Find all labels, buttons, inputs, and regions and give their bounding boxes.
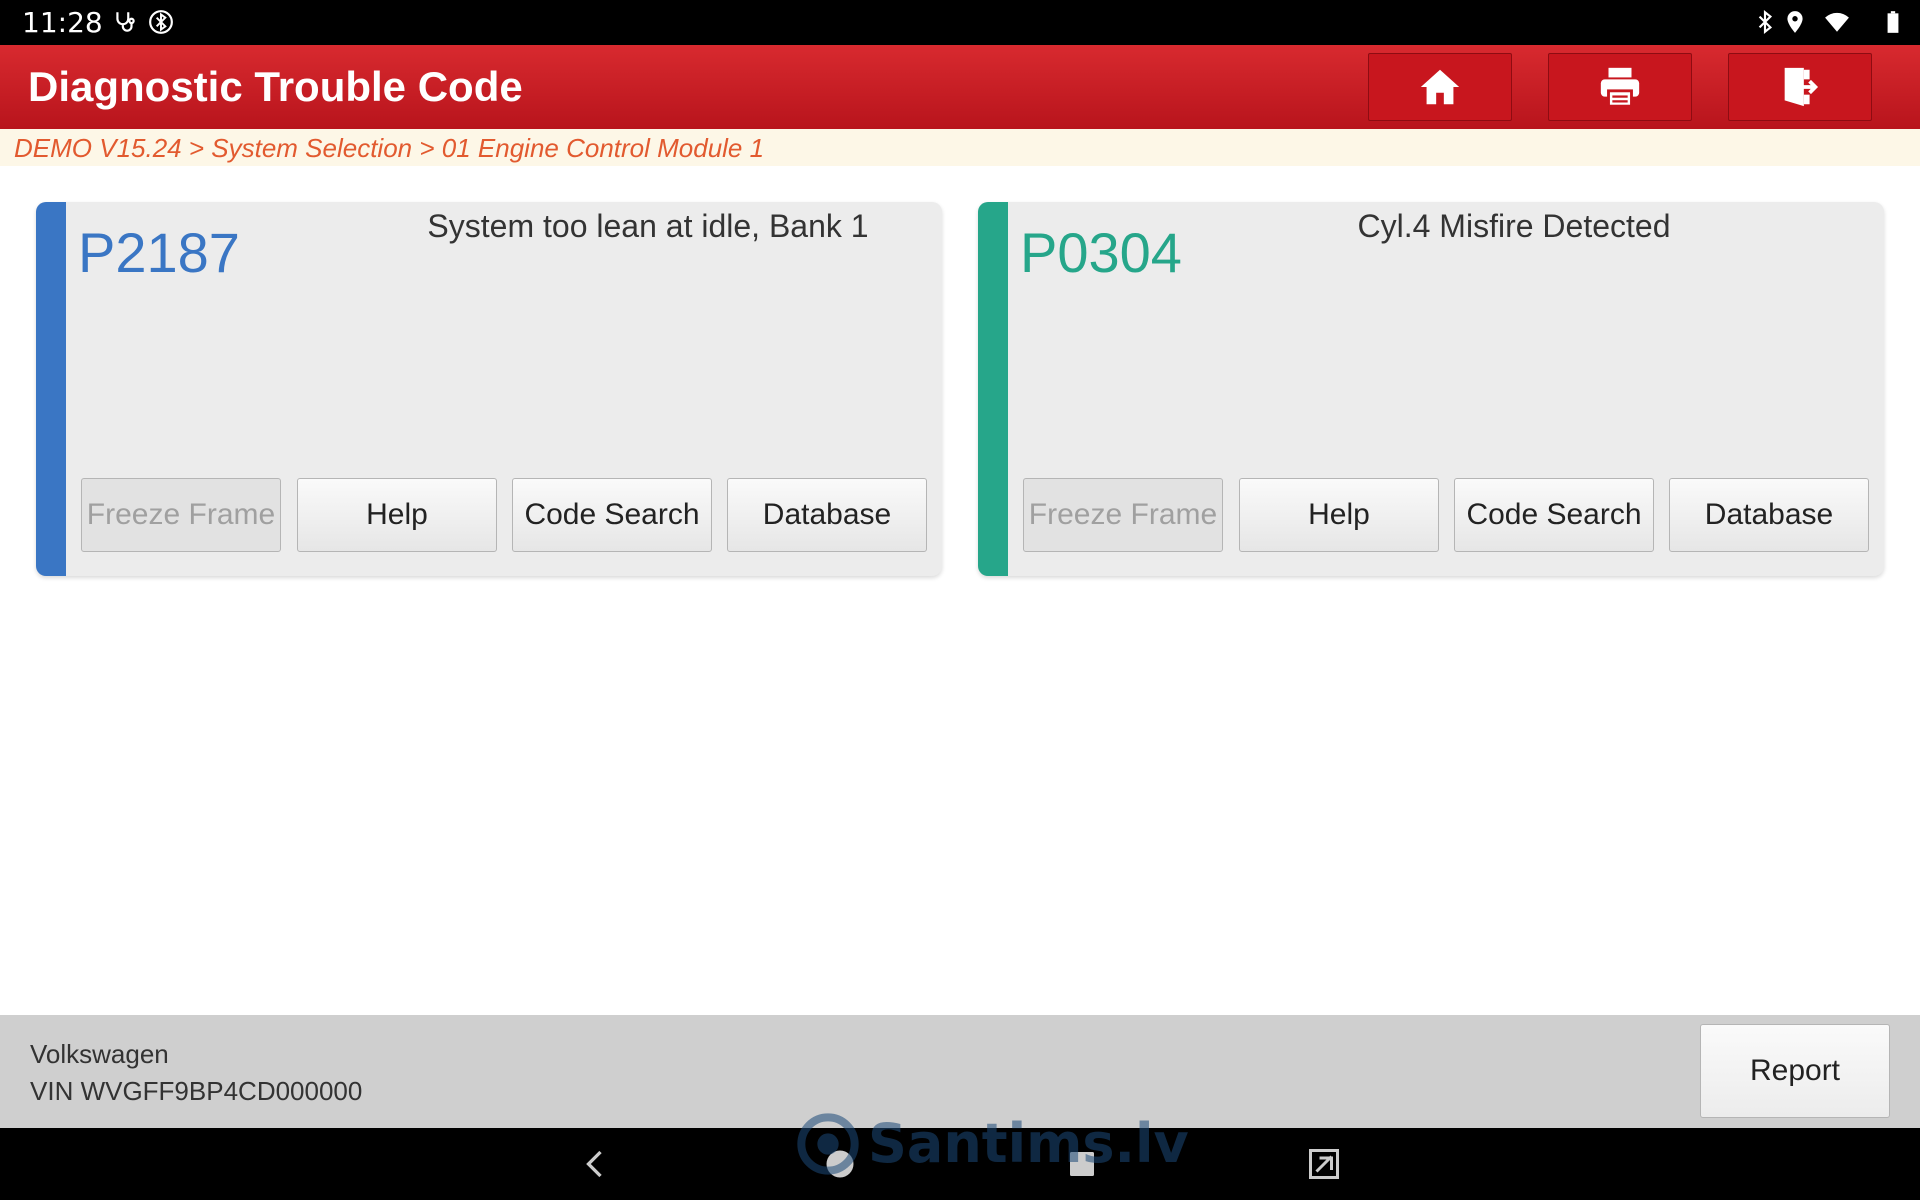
help-button[interactable]: Help [297, 478, 497, 552]
vehicle-make: Volkswagen [30, 1039, 169, 1069]
print-button[interactable] [1548, 53, 1692, 121]
dtc-accent-stripe [978, 202, 1008, 576]
location-icon [1782, 9, 1808, 35]
dtc-code: P2187 [78, 221, 240, 284]
page-title: Diagnostic Trouble Code [28, 63, 523, 110]
battery-icon [1880, 9, 1906, 35]
status-time: 11:28 [22, 6, 103, 39]
home-icon [1420, 69, 1460, 105]
dtc-card: P2187 System too lean at idle, Bank 1 Fr… [36, 202, 942, 576]
wifi-icon [1824, 9, 1850, 35]
status-bar: 11:28 [0, 0, 1920, 45]
watermark-logo-icon [797, 1113, 859, 1175]
vehicle-vin: VIN WVGFF9BP4CD000000 [30, 1076, 363, 1106]
bluetooth-icon [1752, 9, 1778, 35]
breadcrumb: DEMO V15.24 > System Selection > 01 Engi… [0, 129, 1920, 166]
dtc-description: System too lean at idle, Bank 1 [427, 208, 869, 244]
dtc-card: P0304 Cyl.4 Misfire Detected Freeze Fram… [978, 202, 1884, 576]
app-header: Diagnostic Trouble Code [0, 45, 1920, 129]
database-button[interactable]: Database [1669, 478, 1869, 552]
freeze-frame-button[interactable]: Freeze Frame [1023, 478, 1223, 552]
dtc-code: P0304 [1020, 221, 1182, 284]
dtc-description: Cyl.4 Misfire Detected [1357, 208, 1671, 244]
freeze-frame-button[interactable]: Freeze Frame [81, 478, 281, 552]
report-button[interactable]: Report [1700, 1024, 1890, 1118]
home-button[interactable] [1368, 53, 1512, 121]
stethoscope-icon [112, 9, 138, 35]
code-search-button[interactable]: Code Search [512, 478, 712, 552]
back-icon[interactable] [578, 1146, 614, 1182]
bluetooth-scan-icon [148, 9, 174, 35]
database-button[interactable]: Database [727, 478, 927, 552]
code-search-button[interactable]: Code Search [1454, 478, 1654, 552]
exit-button[interactable] [1728, 53, 1872, 121]
print-icon [1600, 67, 1640, 108]
watermark-text: Santims.lv [868, 1112, 1189, 1175]
screenshot-icon[interactable] [1306, 1146, 1342, 1182]
exit-icon [1784, 67, 1819, 107]
breadcrumb-text: DEMO V15.24 > System Selection > 01 Engi… [14, 133, 765, 163]
dtc-accent-stripe [36, 202, 66, 576]
help-button[interactable]: Help [1239, 478, 1439, 552]
watermark: Santims.lv [796, 1108, 1189, 1178]
